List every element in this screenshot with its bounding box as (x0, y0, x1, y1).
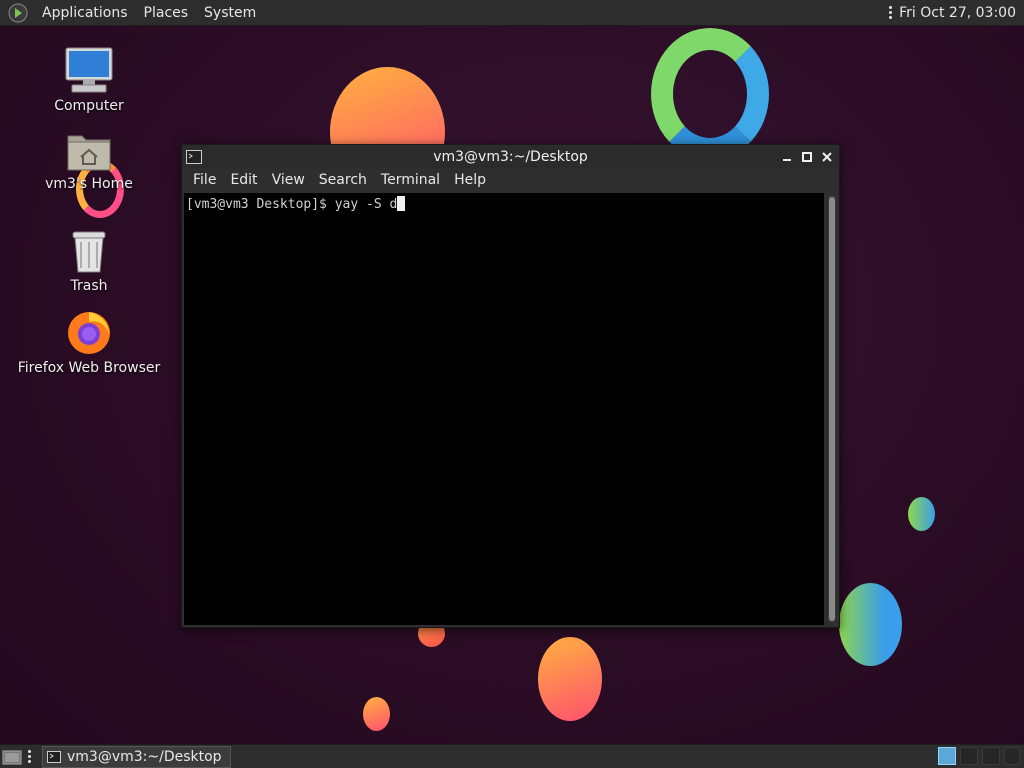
terminal-window[interactable]: vm3@vm3:~/Desktop File Edit View Search … (181, 144, 840, 628)
view-menu[interactable]: View (265, 168, 312, 192)
wallpaper-ring (651, 28, 769, 160)
terminal-menu[interactable]: Terminal (374, 168, 447, 192)
window-title: vm3@vm3:~/Desktop (433, 148, 588, 165)
workspace-1[interactable] (938, 747, 956, 765)
desktop-icon-firefox[interactable]: Firefox Web Browser (14, 308, 164, 376)
text-cursor (397, 196, 406, 211)
desktop-icon-label: Firefox Web Browser (17, 360, 161, 376)
desktop-icon-home[interactable]: vm3's Home (14, 130, 164, 192)
terminal-icon (47, 750, 61, 763)
desktop-icon-computer[interactable]: Computer (14, 46, 164, 114)
gnome-foot-icon[interactable] (8, 3, 28, 23)
desktop-icon-label: vm3's Home (45, 176, 133, 192)
wallpaper-blue-blob-small (908, 497, 935, 531)
home-folder-icon (67, 135, 111, 171)
panel-handle-icon (28, 750, 31, 763)
wallpaper-blue-blob-large (839, 583, 902, 666)
show-desktop-icon[interactable] (2, 748, 22, 766)
workspace-2[interactable] (960, 747, 978, 765)
taskbar-item-terminal[interactable]: vm3@vm3:~/Desktop (42, 745, 231, 768)
search-menu[interactable]: Search (312, 168, 374, 192)
minimize-icon (783, 158, 791, 161)
workspace-3[interactable] (982, 747, 1000, 765)
system-menu[interactable]: System (196, 0, 264, 26)
desktop-icon-trash[interactable]: Trash (14, 228, 164, 294)
close-button[interactable] (819, 149, 835, 165)
places-menu[interactable]: Places (136, 0, 197, 26)
window-controls (779, 149, 835, 165)
firefox-icon (68, 312, 110, 354)
desktop-icon-label: Trash (70, 278, 108, 294)
edit-menu[interactable]: Edit (223, 168, 264, 192)
bottom-panel: vm3@vm3:~/Desktop (0, 744, 1024, 768)
terminal-output[interactable]: [vm3@vm3 Desktop]$ yay -S d (184, 193, 824, 625)
top-panel-right: Fri Oct 27, 03:00 (889, 5, 1016, 21)
workspace-4[interactable] (1004, 747, 1020, 765)
desktop-icon-label: Computer (54, 98, 124, 114)
overflow-menu-icon[interactable] (889, 6, 893, 19)
file-menu[interactable]: File (186, 168, 223, 192)
scrollbar-thumb[interactable] (829, 197, 835, 621)
help-menu[interactable]: Help (447, 168, 493, 192)
clock[interactable]: Fri Oct 27, 03:00 (899, 5, 1016, 21)
taskbar-item-label: vm3@vm3:~/Desktop (67, 748, 222, 765)
computer-icon (65, 47, 113, 93)
terminal-icon (186, 149, 202, 164)
maximize-button[interactable] (799, 149, 815, 165)
minimize-button[interactable] (779, 149, 795, 165)
wallpaper-orange-blob-medium (538, 637, 602, 721)
close-icon (822, 151, 832, 162)
terminal-scrollbar[interactable] (828, 195, 836, 623)
top-panel: Applications Places System Fri Oct 27, 0… (0, 0, 1024, 26)
wallpaper-orange-blob-small (363, 697, 390, 731)
terminal-prompt-line: [vm3@vm3 Desktop]$ yay -S d (186, 197, 398, 212)
window-titlebar[interactable]: vm3@vm3:~/Desktop (182, 145, 839, 168)
maximize-icon (802, 151, 812, 162)
terminal-menubar: File Edit View Search Terminal Help (182, 168, 839, 192)
applications-menu[interactable]: Applications (34, 0, 136, 26)
trash-icon (72, 231, 106, 273)
